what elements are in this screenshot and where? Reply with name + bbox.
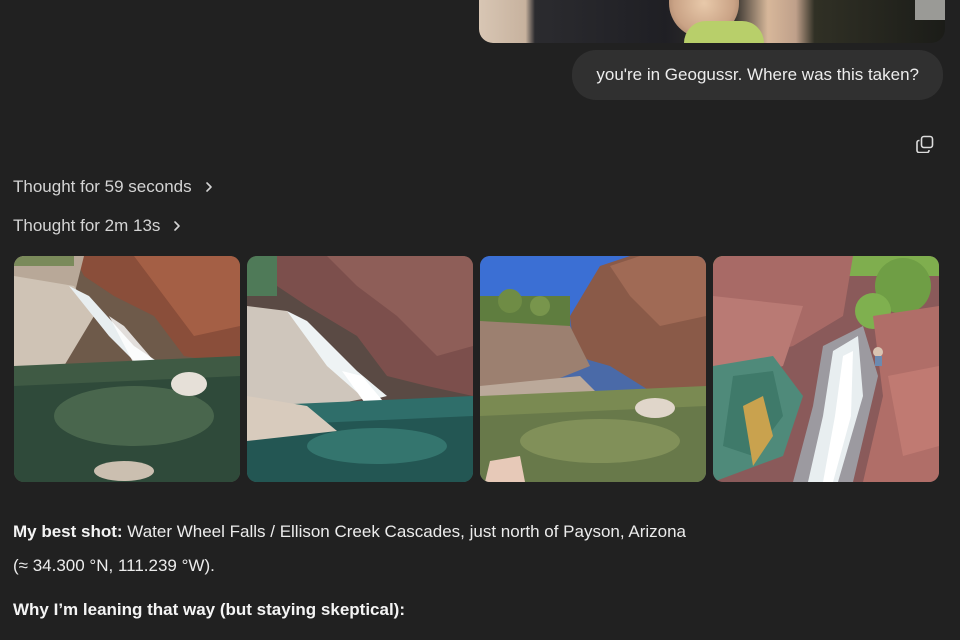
photo-shirt bbox=[684, 21, 764, 43]
image-gallery bbox=[14, 256, 939, 482]
coordinates-text: (≈ 34.300 °N, 111.239 °W). bbox=[13, 556, 215, 575]
user-attached-photo[interactable] bbox=[479, 0, 945, 43]
thought-label: Thought for 59 seconds bbox=[13, 177, 192, 196]
creek-image bbox=[480, 256, 706, 482]
copy-icon bbox=[916, 135, 934, 153]
gallery-image-1[interactable] bbox=[14, 256, 240, 482]
gallery-image-3[interactable] bbox=[480, 256, 706, 482]
best-shot-text: Water Wheel Falls / Ellison Creek Cascad… bbox=[122, 522, 687, 541]
assistant-answer: My best shot: Water Wheel Falls / Elliso… bbox=[13, 515, 933, 627]
waterfall-colorful-image bbox=[713, 256, 939, 482]
user-message-text: you're in Geogussr. Where was this taken… bbox=[596, 65, 919, 84]
reason-heading: Why I’m leaning that way (but staying sk… bbox=[13, 600, 406, 619]
chevron-right-icon bbox=[172, 220, 182, 232]
user-message-bubble: you're in Geogussr. Where was this taken… bbox=[572, 50, 943, 100]
cascade-image bbox=[247, 256, 473, 482]
thought-label: Thought for 2m 13s bbox=[13, 216, 161, 235]
photo-rock bbox=[915, 0, 945, 20]
waterfall-image bbox=[14, 256, 240, 482]
chevron-right-icon bbox=[204, 181, 214, 193]
thought-toggle-2[interactable]: Thought for 2m 13s bbox=[13, 216, 182, 236]
chat-page: you're in Geogussr. Where was this taken… bbox=[0, 0, 960, 640]
thought-toggle-1[interactable]: Thought for 59 seconds bbox=[13, 177, 214, 197]
gallery-image-4[interactable] bbox=[713, 256, 939, 482]
best-shot-label: My best shot: bbox=[13, 522, 123, 541]
gallery-image-2[interactable] bbox=[247, 256, 473, 482]
best-shot-line: My best shot: Water Wheel Falls / Elliso… bbox=[13, 515, 933, 549]
copy-button[interactable] bbox=[914, 133, 936, 155]
